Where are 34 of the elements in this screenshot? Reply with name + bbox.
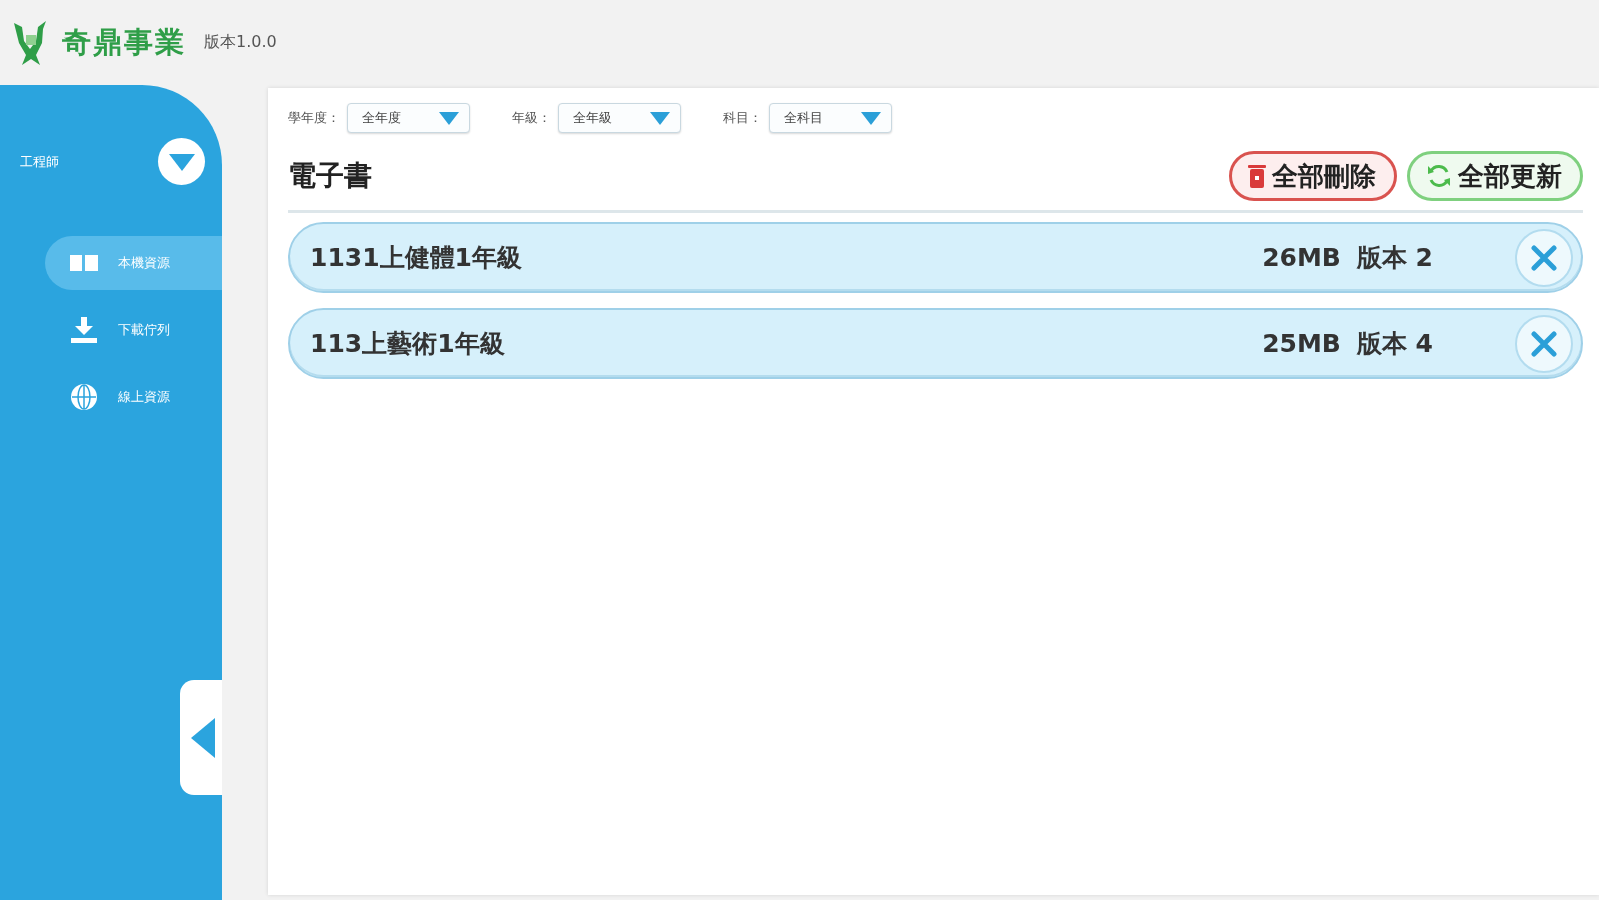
section-title: 電子書: [288, 158, 372, 194]
refresh-icon: [1426, 163, 1452, 189]
triangle-left-icon: [191, 717, 215, 758]
user-dropdown-button[interactable]: [158, 138, 205, 185]
update-all-button[interactable]: 全部更新: [1407, 151, 1583, 201]
filter-label: 年級：: [512, 109, 551, 127]
brand-name: 奇鼎事業: [62, 23, 186, 61]
download-icon: [70, 317, 98, 343]
ebook-size: 25MB: [1262, 329, 1341, 358]
caret-icon: [439, 111, 459, 125]
remove-button[interactable]: [1515, 314, 1573, 373]
close-icon: [1531, 244, 1557, 271]
ebook-title: 113上藝術1年級: [310, 328, 506, 360]
trash-icon: [1248, 164, 1266, 188]
delete-all-button[interactable]: 全部刪除: [1229, 151, 1397, 201]
triangle-down-icon: [168, 151, 195, 172]
filter-select[interactable]: 全年級: [558, 103, 681, 133]
caret-icon: [861, 111, 881, 125]
book-icon: [70, 253, 98, 273]
globe-icon: [70, 383, 98, 411]
version-label: 版本1.0.0: [204, 32, 277, 53]
filter-label: 學年度：: [288, 109, 340, 127]
caret-icon: [650, 111, 670, 125]
user-name: 工程師: [20, 152, 59, 171]
remove-button[interactable]: [1515, 228, 1573, 287]
ebook-version: 版本 4: [1356, 328, 1433, 360]
collapse-sidebar-button[interactable]: [180, 680, 222, 795]
filter-label: 科目：: [723, 109, 762, 127]
ebook-size: 26MB: [1262, 243, 1341, 272]
ebook-version: 版本 2: [1356, 242, 1433, 274]
ebook-title: 1131上健體1年級: [310, 242, 523, 274]
close-icon: [1531, 330, 1557, 357]
filter-select[interactable]: 全科目: [769, 103, 892, 133]
filter-select[interactable]: 全年度: [347, 103, 470, 133]
